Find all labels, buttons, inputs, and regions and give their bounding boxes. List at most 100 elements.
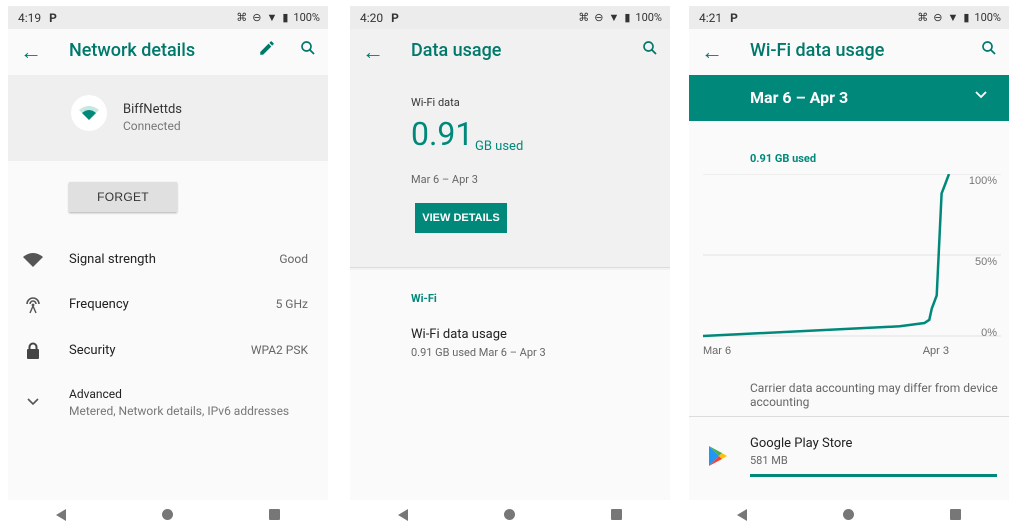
wifi-status-icon: ▼ bbox=[608, 11, 620, 24]
app-bar: ← Network details bbox=[8, 29, 328, 75]
wifi-icon bbox=[23, 250, 43, 270]
cycle-label: Mar 6 – Apr 3 bbox=[750, 88, 849, 107]
carrier-disclaimer: Carrier data accounting may differ from … bbox=[750, 381, 998, 409]
back-arrow-icon[interactable]: ← bbox=[20, 39, 42, 65]
nav-home-icon[interactable] bbox=[162, 509, 173, 520]
row-advanced[interactable]: Advanced Metered, Network details, IPv6 … bbox=[8, 386, 328, 422]
x-tick-label: Mar 6 bbox=[703, 345, 731, 357]
nav-recents-icon[interactable] bbox=[950, 509, 961, 520]
nfc-icon: ⌘ bbox=[236, 11, 248, 24]
y-tick-label: 100% bbox=[969, 175, 997, 187]
network-status: Connected bbox=[123, 119, 181, 133]
play-store-icon bbox=[709, 446, 727, 470]
screen-network-details: 4:19 P ⌘ ⊖ ▼ ▮ 100% ← Network details Bi… bbox=[8, 6, 328, 529]
dnd-icon: ⊖ bbox=[933, 11, 943, 24]
battery-icon: ▮ bbox=[963, 11, 970, 24]
dnd-icon: ⊖ bbox=[594, 11, 604, 24]
wifi-status-icon: ▼ bbox=[947, 11, 959, 24]
status-bar: 4:20 P ⌘ ⊖ ▼ ▮ 100% bbox=[350, 6, 670, 29]
parking-icon: P bbox=[730, 10, 738, 25]
forget-button[interactable]: FORGET bbox=[69, 182, 177, 212]
divider bbox=[350, 267, 670, 268]
battery-icon: ▮ bbox=[624, 11, 631, 24]
chevron-down-icon bbox=[23, 392, 43, 412]
nav-home-icon[interactable] bbox=[504, 509, 515, 520]
parking-icon: P bbox=[391, 10, 399, 25]
nav-bar bbox=[8, 500, 328, 529]
page-title: Network details bbox=[69, 40, 196, 61]
row-label: Signal strength bbox=[69, 252, 156, 267]
nav-back-icon[interactable] bbox=[398, 508, 408, 521]
dnd-icon: ⊖ bbox=[252, 11, 262, 24]
nfc-icon: ⌘ bbox=[917, 11, 929, 24]
screen-wifi-data-usage: 4:21 P ⌘ ⊖ ▼ ▮ 100% ← Wi-Fi data usage M… bbox=[689, 6, 1009, 529]
wifi-section: Wi-Fi Wi-Fi data usage 0.91 GB used Mar … bbox=[350, 270, 670, 500]
broadcast-icon bbox=[23, 295, 43, 315]
row-label: Security bbox=[69, 343, 116, 358]
lock-icon bbox=[23, 341, 43, 361]
page-title: Data usage bbox=[411, 40, 502, 61]
search-icon[interactable] bbox=[641, 39, 659, 61]
app-usage-size: 581 MB bbox=[750, 454, 788, 467]
nfc-icon: ⌘ bbox=[578, 11, 590, 24]
usage-unit: GB used bbox=[475, 139, 524, 154]
battery-percent: 100% bbox=[293, 11, 320, 24]
y-tick-label: 50% bbox=[975, 256, 997, 268]
usage-summary: 0.91 GB used bbox=[750, 152, 817, 165]
usage-card: ← Data usage Wi-Fi data 0.91 GB used Mar… bbox=[350, 29, 670, 267]
battery-icon: ▮ bbox=[282, 11, 289, 24]
wifi-data-label: Wi-Fi data bbox=[411, 96, 460, 109]
row-value: WPA2 PSK bbox=[250, 343, 308, 357]
nav-home-icon[interactable] bbox=[843, 509, 854, 520]
advanced-label: Advanced bbox=[69, 387, 122, 401]
screen-data-usage: 4:20 P ⌘ ⊖ ▼ ▮ 100% ← Data usage Wi-Fi d… bbox=[350, 6, 670, 529]
row-label: Frequency bbox=[69, 297, 129, 312]
row-value: Good bbox=[279, 252, 308, 266]
nav-recents-icon[interactable] bbox=[269, 509, 280, 520]
network-name: BiffNettds bbox=[123, 102, 183, 117]
y-tick-label: 0% bbox=[981, 327, 997, 339]
back-arrow-icon[interactable]: ← bbox=[701, 39, 723, 65]
search-icon[interactable] bbox=[299, 39, 317, 61]
battery-percent: 100% bbox=[635, 11, 662, 24]
app-name: Google Play Store bbox=[750, 436, 853, 451]
status-icons: ⌘ ⊖ ▼ ▮ 100% bbox=[917, 11, 1001, 24]
nav-back-icon[interactable] bbox=[737, 508, 747, 521]
usage-chart: 0% 50% 100% Mar 6 Apr 3 bbox=[702, 174, 1001, 357]
status-time: 4:20 bbox=[360, 10, 384, 25]
status-bar: 4:21 P ⌘ ⊖ ▼ ▮ 100% bbox=[689, 6, 1009, 29]
chevron-down-icon bbox=[975, 88, 987, 103]
wifi-data-usage-item[interactable]: Wi-Fi data usage bbox=[411, 327, 507, 342]
row-value: 5 GHz bbox=[275, 297, 308, 311]
status-icons: ⌘ ⊖ ▼ ▮ 100% bbox=[578, 11, 662, 24]
wifi-status-icon: ▼ bbox=[266, 11, 278, 24]
usage-range: Mar 6 – Apr 3 bbox=[411, 173, 478, 186]
app-usage-bar bbox=[750, 474, 997, 477]
nav-back-icon[interactable] bbox=[56, 508, 66, 521]
row-signal-strength[interactable]: Signal strength Good bbox=[8, 250, 328, 274]
network-card: BiffNettds Connected bbox=[8, 75, 328, 161]
back-arrow-icon[interactable]: ← bbox=[362, 39, 384, 65]
section-header-wifi: Wi-Fi bbox=[411, 292, 437, 305]
advanced-sub: Metered, Network details, IPv6 addresses bbox=[69, 404, 290, 418]
battery-percent: 100% bbox=[974, 11, 1001, 24]
app-row-google-play-store[interactable]: Google Play Store 581 MB bbox=[689, 418, 1009, 496]
app-bar: ← Wi-Fi data usage bbox=[689, 29, 1009, 75]
cycle-selector[interactable]: Mar 6 – Apr 3 bbox=[689, 75, 1009, 121]
status-bar: 4:19 P ⌘ ⊖ ▼ ▮ 100% bbox=[8, 6, 328, 29]
row-frequency[interactable]: Frequency 5 GHz bbox=[8, 295, 328, 319]
app-bar: ← Data usage bbox=[350, 29, 670, 75]
row-security[interactable]: Security WPA2 PSK bbox=[8, 341, 328, 365]
view-details-button[interactable]: VIEW DETAILS bbox=[415, 203, 507, 233]
edit-icon[interactable] bbox=[258, 39, 276, 61]
search-icon[interactable] bbox=[980, 39, 998, 61]
divider bbox=[689, 416, 1009, 417]
status-time: 4:21 bbox=[699, 10, 723, 25]
wifi-data-usage-sub: 0.91 GB used Mar 6 – Apr 3 bbox=[411, 346, 546, 359]
nav-bar bbox=[689, 500, 1009, 529]
nav-recents-icon[interactable] bbox=[611, 509, 622, 520]
status-icons: ⌘ ⊖ ▼ ▮ 100% bbox=[236, 11, 320, 24]
wifi-badge-icon bbox=[71, 95, 107, 131]
x-tick-label: Apr 3 bbox=[923, 345, 949, 357]
status-time: 4:19 bbox=[18, 10, 42, 25]
